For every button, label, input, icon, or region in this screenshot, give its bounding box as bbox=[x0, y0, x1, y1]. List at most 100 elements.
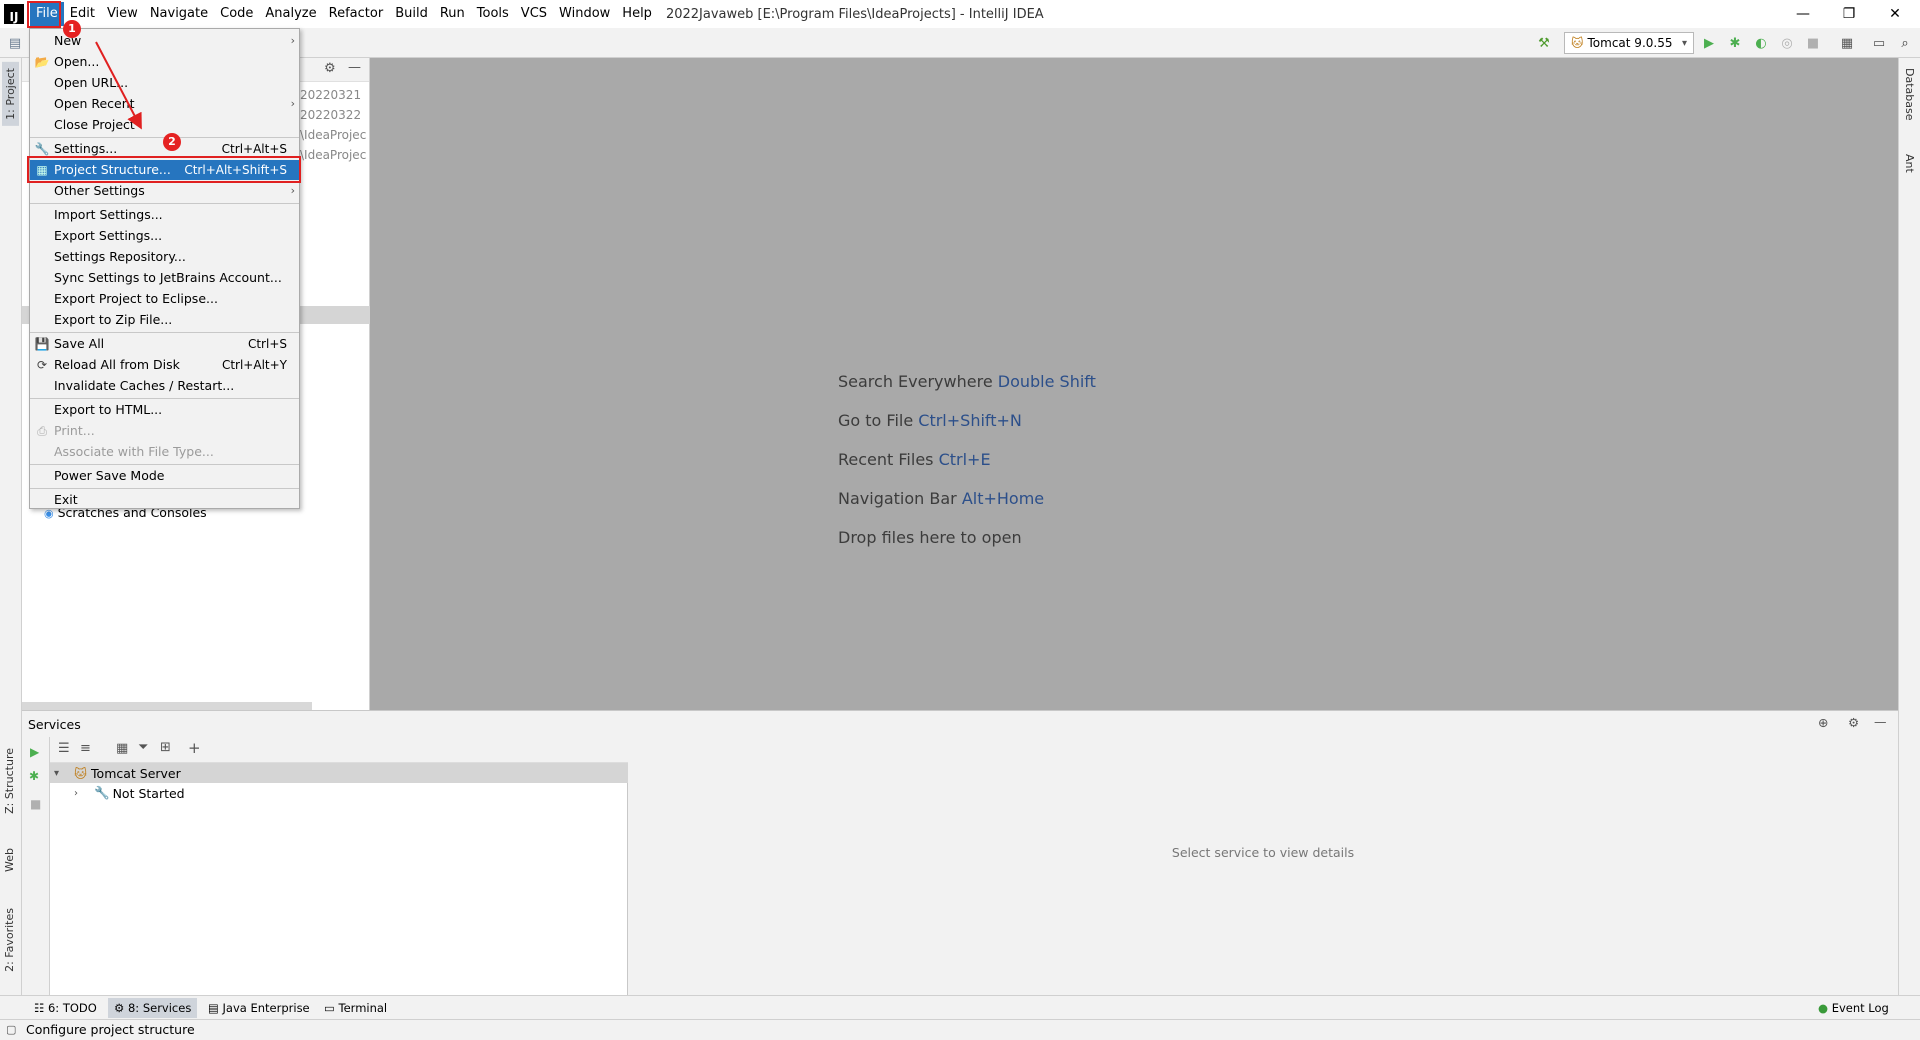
minimize-button[interactable]: — bbox=[1780, 0, 1826, 28]
tab-terminal[interactable]: ▭ Terminal bbox=[318, 998, 393, 1018]
menu-item-power-save[interactable]: Power Save Mode bbox=[30, 466, 299, 486]
chevron-down-icon: ▾ bbox=[1681, 37, 1687, 49]
tree-item[interactable]: 20220322 bbox=[300, 108, 361, 122]
menu-item-reload[interactable]: ⟳ Reload All from Disk Ctrl+Alt+Y bbox=[30, 355, 299, 375]
run-icon[interactable]: ▶ bbox=[30, 745, 39, 759]
tab-structure[interactable]: Z: Structure bbox=[3, 748, 16, 814]
menu-build[interactable]: Build bbox=[389, 2, 434, 26]
window-title: 2022Javaweb [E:\Program Files\IdeaProjec… bbox=[665, 6, 1044, 22]
tree-item[interactable]: \IdeaProjec bbox=[300, 148, 366, 162]
stop-icon[interactable]: ■ bbox=[30, 797, 41, 811]
services-header: Services ⊕ ⚙ — bbox=[22, 711, 1898, 737]
close-window-button[interactable]: ✕ bbox=[1872, 0, 1918, 28]
tab-favorites[interactable]: 2: Favorites bbox=[3, 908, 16, 972]
project-structure-icon[interactable]: ▦ bbox=[1838, 34, 1856, 52]
bottom-tool-tabs: ☷ 6: TODO ⚙ 8: Services ▤ Java Enterpris… bbox=[0, 995, 1920, 1019]
build-hammer-icon[interactable]: ⚒ bbox=[1535, 34, 1553, 52]
intellij-logo-icon: IJ bbox=[4, 4, 24, 24]
menu-tools[interactable]: Tools bbox=[471, 2, 515, 26]
status-bar: ▢ Configure project structure bbox=[0, 1019, 1920, 1040]
target-icon[interactable]: ⊕ bbox=[1818, 715, 1828, 730]
tab-ant[interactable]: Ant bbox=[1903, 154, 1916, 173]
status-toggle-icon[interactable]: ▢ bbox=[6, 1020, 16, 1040]
stop-icon[interactable]: ■ bbox=[1804, 34, 1822, 52]
menu-vcs[interactable]: VCS bbox=[515, 2, 553, 26]
add-icon[interactable]: + bbox=[188, 739, 201, 757]
menu-item-export-zip[interactable]: Export to Zip File... bbox=[30, 310, 299, 330]
tab-services[interactable]: ⚙ 8: Services bbox=[108, 998, 198, 1018]
run-icon[interactable]: ▶ bbox=[1700, 34, 1718, 52]
tree-item-not-started[interactable]: › 🔧 Not Started bbox=[50, 783, 628, 803]
chevron-right-icon: › bbox=[290, 184, 295, 197]
menu-analyze[interactable]: Analyze bbox=[259, 2, 322, 26]
search-icon[interactable]: ⌕ bbox=[1896, 34, 1914, 52]
menu-item-save-all[interactable]: 💾 Save All Ctrl+S bbox=[30, 334, 299, 354]
menu-item-print[interactable]: ⎙ Print... bbox=[30, 421, 299, 441]
coverage-icon[interactable]: ◐ bbox=[1752, 34, 1770, 52]
tree-item[interactable]: 20220321 bbox=[300, 88, 361, 102]
hide-panel-icon[interactable]: — bbox=[1874, 714, 1887, 729]
annotation-badge-1: 1 bbox=[63, 20, 81, 38]
debug-icon[interactable]: ✱ bbox=[1726, 34, 1744, 52]
menu-item-open-url[interactable]: Open URL... bbox=[30, 73, 299, 93]
menu-separator bbox=[30, 398, 299, 399]
menu-run[interactable]: Run bbox=[434, 2, 471, 26]
debug-icon[interactable]: ✱ bbox=[29, 769, 39, 783]
menu-help[interactable]: Help bbox=[616, 2, 658, 26]
chevron-right-icon: › bbox=[74, 787, 78, 799]
menu-window[interactable]: Window bbox=[553, 2, 616, 26]
gear-icon[interactable]: ⚙ bbox=[1848, 715, 1859, 730]
tab-event-log[interactable]: ● Event Log bbox=[1812, 998, 1895, 1018]
menu-separator bbox=[30, 203, 299, 204]
filter-icon[interactable]: ⏷ bbox=[138, 740, 148, 755]
menu-item-associate-file-type[interactable]: Associate with File Type... bbox=[30, 442, 299, 462]
hide-panel-icon[interactable]: — bbox=[348, 60, 361, 75]
annotation-box-file bbox=[27, 1, 61, 28]
menu-item-other-settings[interactable]: Other Settings › bbox=[30, 181, 299, 201]
tab-web[interactable]: Web bbox=[3, 848, 16, 872]
menu-view[interactable]: View bbox=[101, 2, 144, 26]
horizontal-scrollbar[interactable] bbox=[22, 702, 312, 710]
gear-icon[interactable]: ⚙ bbox=[324, 61, 336, 76]
annotation-badge-2: 2 bbox=[163, 133, 181, 151]
collapse-all-icon[interactable]: ≡ bbox=[80, 741, 91, 756]
tree-item-tomcat-server[interactable]: ▾ 🐱 Tomcat Server bbox=[50, 763, 628, 783]
expand-all-icon[interactable]: ☰ bbox=[58, 741, 70, 756]
folder-icon: 📂 bbox=[34, 55, 50, 69]
menu-item-export-html[interactable]: Export to HTML... bbox=[30, 400, 299, 420]
menu-refactor[interactable]: Refactor bbox=[323, 2, 390, 26]
project-view-icon[interactable]: ▤ bbox=[6, 34, 24, 52]
menu-item-export-settings[interactable]: Export Settings... bbox=[30, 226, 299, 246]
profile-icon[interactable]: ◎ bbox=[1778, 34, 1796, 52]
java-enterprise-icon: ▤ bbox=[208, 1001, 223, 1015]
menu-navigate[interactable]: Navigate bbox=[144, 2, 214, 26]
wrench-icon: 🔧 bbox=[94, 785, 110, 800]
menu-separator bbox=[30, 332, 299, 333]
new-tab-icon[interactable]: ⊞ bbox=[160, 740, 171, 755]
menu-item-exit[interactable]: Exit bbox=[30, 490, 299, 510]
group-icon[interactable]: ▦ bbox=[116, 741, 128, 756]
menu-item-import-settings[interactable]: Import Settings... bbox=[30, 205, 299, 225]
menu-code[interactable]: Code bbox=[214, 2, 259, 26]
tree-item[interactable]: \IdeaProjec bbox=[300, 128, 366, 142]
tomcat-icon: 🐱 bbox=[1571, 36, 1584, 50]
tab-java-enterprise[interactable]: ▤ Java Enterprise bbox=[202, 998, 316, 1018]
hint-go-to-file: Go to File Ctrl+Shift+N bbox=[838, 411, 1022, 430]
menu-item-invalidate-caches[interactable]: Invalidate Caches / Restart... bbox=[30, 376, 299, 396]
tomcat-icon: 🐱 bbox=[74, 765, 88, 781]
tab-todo[interactable]: ☷ 6: TODO bbox=[28, 998, 103, 1018]
tab-project[interactable]: 1: Project bbox=[2, 62, 19, 126]
tab-database[interactable]: Database bbox=[1903, 68, 1916, 121]
menu-item-open[interactable]: 📂 Open... bbox=[30, 52, 299, 72]
menu-item-export-eclipse[interactable]: Export Project to Eclipse... bbox=[30, 289, 299, 309]
hint-drop-files: Drop files here to open bbox=[838, 528, 1022, 547]
editor-empty-area[interactable]: Search Everywhere Double Shift Go to Fil… bbox=[370, 58, 1898, 710]
menu-item-settings-repository[interactable]: Settings Repository... bbox=[30, 247, 299, 267]
menu-item-sync-settings[interactable]: Sync Settings to JetBrains Account... bbox=[30, 268, 299, 288]
child-label: Not Started bbox=[112, 785, 185, 801]
menu-item-open-recent[interactable]: Open Recent › bbox=[30, 94, 299, 114]
menu-item-close-project[interactable]: Close Project bbox=[30, 115, 299, 135]
run-configuration-select[interactable]: 🐱 Tomcat 9.0.55 ▾ bbox=[1564, 32, 1694, 54]
layout-icon[interactable]: ▭ bbox=[1870, 34, 1888, 52]
restore-button[interactable]: ❐ bbox=[1826, 0, 1872, 28]
